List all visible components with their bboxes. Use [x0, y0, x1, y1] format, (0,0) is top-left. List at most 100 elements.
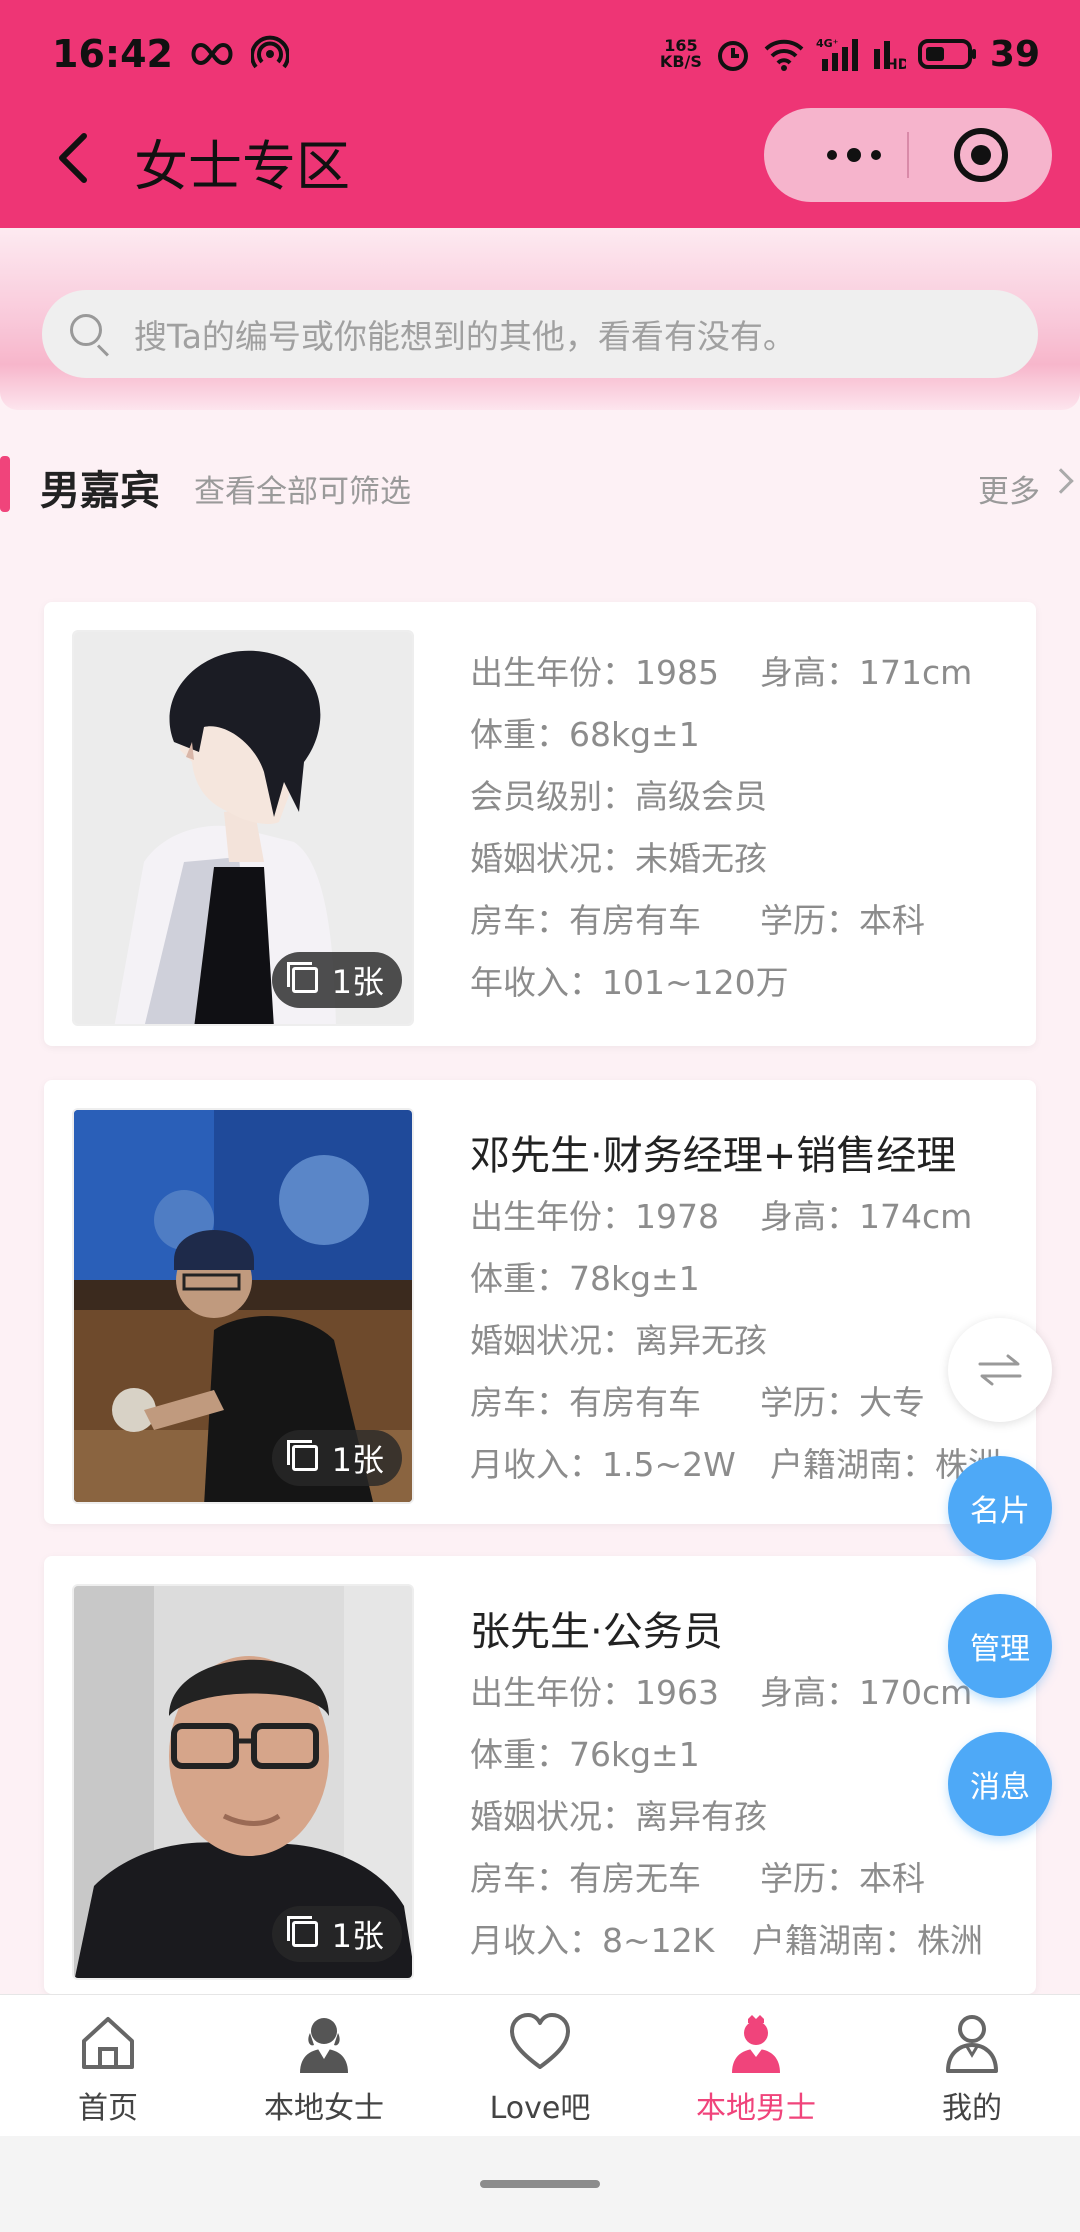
info-row: 房车：有房有车 学历：本科	[470, 890, 1016, 952]
income: 月收入：8~12K	[470, 1921, 715, 1960]
gallery-icon	[286, 962, 318, 993]
male-user-icon	[732, 2015, 780, 2073]
photo-count-badge: 1张	[271, 1906, 402, 1962]
search-icon	[66, 310, 114, 358]
weight: 体重：68kg±1	[470, 715, 700, 754]
height: 身高：170cm	[760, 1673, 973, 1712]
income: 年收入：101~120万	[470, 963, 789, 1002]
miniapp-capsule	[764, 108, 1052, 202]
profile-name[interactable]: 邓先生·财务经理+销售经理	[470, 1126, 1016, 1186]
status-time: 16:42	[52, 32, 173, 76]
education: 学历：本科	[760, 1859, 925, 1898]
tab-label: Love吧	[489, 2091, 591, 2126]
height: 身高：171cm	[760, 653, 973, 692]
svg-text:4G⁺: 4G⁺	[816, 37, 839, 50]
gallery-icon	[286, 1440, 318, 1471]
tab-label: 本地男士	[696, 2091, 816, 2126]
member-level: 会员级别：高级会员	[470, 777, 767, 816]
net-speed: 165 KB/S	[660, 38, 702, 70]
info-row: 婚姻状况：离异有孩	[470, 1786, 1016, 1848]
info-row: 体重：76kg±1	[470, 1724, 1016, 1786]
message-button[interactable]: 消息	[948, 1732, 1052, 1836]
photo-count-badge: 1张	[271, 1430, 402, 1486]
info-row: 月收入：8~12K 户籍湖南：株洲	[470, 1910, 1016, 1972]
education: 学历：本科	[760, 901, 925, 940]
status-bar: 16:42 165 KB/S 4G⁺ HD 39	[52, 22, 1040, 86]
photo-count: 1张	[331, 1917, 384, 1955]
back-arrow-icon[interactable]	[44, 128, 104, 188]
photo-count: 1张	[331, 1441, 384, 1479]
profile-card[interactable]: 1张 张先生·公务员 出生年份：1963 身高：170cm 体重：76kg±1 婚…	[44, 1556, 1036, 1994]
battery-level: 39	[989, 33, 1040, 75]
profile-photo[interactable]: 1张	[72, 630, 414, 1026]
gesture-bar	[0, 2136, 1080, 2232]
capsule-divider	[907, 132, 909, 178]
hotspot-icon	[250, 35, 289, 69]
tab-label: 本地女士	[264, 2091, 384, 2126]
info-row: 出生年份：1963 身高：170cm	[470, 1662, 1016, 1724]
photo-count-badge: 1张	[271, 952, 402, 1008]
net-speed-unit: KB/S	[659, 52, 702, 71]
profile-photo[interactable]: 1张	[72, 1584, 414, 1980]
info-row: 月收入：1.5~2W 户籍湖南：株洲	[470, 1434, 1016, 1496]
swap-arrows-icon	[978, 1354, 1022, 1386]
battery-icon	[917, 39, 976, 69]
house-car: 房车：有房无车	[470, 1859, 701, 1898]
tab-label: 首页	[78, 2091, 138, 2126]
tab-love[interactable]: Love吧	[432, 1995, 648, 2136]
info-row: 体重：68kg±1	[470, 704, 1016, 766]
weight: 体重：78kg±1	[470, 1259, 700, 1298]
home-icon	[82, 2017, 134, 2069]
marital-status: 婚姻状况：未婚无孩	[470, 839, 767, 878]
info-row: 年收入：101~120万	[470, 952, 1016, 1014]
nav-bar: 女士专区	[0, 108, 1080, 208]
income: 月收入：1.5~2W	[470, 1445, 736, 1484]
tab-local-women[interactable]: 本地女士	[216, 1995, 432, 2136]
close-miniapp-button[interactable]	[954, 128, 1008, 182]
info-row: 婚姻状况：离异无孩	[470, 1310, 1016, 1372]
birth-year: 出生年份：1985	[470, 653, 719, 692]
house-car: 房车：有房有车	[470, 901, 701, 940]
photo-count: 1张	[331, 963, 384, 1001]
home-indicator[interactable]	[480, 2180, 600, 2188]
info-row: 房车：有房无车 学历：本科	[470, 1848, 1016, 1910]
info-row: 体重：78kg±1	[470, 1248, 1016, 1310]
signal-icon: 4G⁺	[816, 37, 858, 71]
profile-card[interactable]: 1张 出生年份：1985 身高：171cm 体重：68kg±1 会员级别：高级会员…	[44, 602, 1036, 1046]
marital-status: 婚姻状况：离异有孩	[470, 1797, 767, 1836]
profile-name[interactable]: 张先生·公务员	[470, 1602, 1016, 1662]
alarm-icon	[717, 41, 748, 71]
gallery-icon	[286, 1916, 318, 1947]
tab-local-men[interactable]: 本地男士	[648, 1995, 864, 2136]
tab-mine[interactable]: 我的	[864, 1995, 1080, 2136]
more-link[interactable]: 更多	[978, 466, 1040, 511]
more-options-button[interactable]	[804, 108, 904, 202]
wifi-icon	[764, 39, 804, 71]
top-bar: 16:42 165 KB/S 4G⁺ HD 39 女士专区	[0, 0, 1080, 228]
business-card-button[interactable]: 名片	[948, 1456, 1052, 1560]
manage-button[interactable]: 管理	[948, 1594, 1052, 1698]
heart-icon	[510, 2013, 570, 2069]
house-car: 房车：有房有车	[470, 1383, 701, 1422]
profile-photo[interactable]: 1张	[72, 1108, 414, 1504]
infinity-icon	[191, 42, 233, 66]
profile-icon	[946, 2015, 998, 2073]
info-row: 会员级别：高级会员	[470, 766, 1016, 828]
info-row: 出生年份：1978 身高：174cm	[470, 1186, 1016, 1248]
hd-icon: HD	[873, 41, 906, 71]
weight: 体重：76kg±1	[470, 1735, 700, 1774]
height: 身高：174cm	[760, 1197, 973, 1236]
hometown: 户籍湖南：株洲	[752, 1921, 983, 1960]
profile-info: 张先生·公务员 出生年份：1963 身高：170cm 体重：76kg±1 婚姻状况…	[470, 1602, 1016, 1972]
tab-home[interactable]: 首页	[0, 1995, 216, 2136]
profile-info: 出生年份：1985 身高：171cm 体重：68kg±1 会员级别：高级会员 婚姻…	[470, 642, 1016, 1014]
switch-button[interactable]	[948, 1318, 1052, 1422]
search-input[interactable]: 搜Ta的编号或你能想到的其他，看看有没有。	[42, 290, 1038, 378]
female-user-icon	[300, 2018, 348, 2073]
info-row: 婚姻状况：未婚无孩	[470, 828, 1016, 890]
section-accent-bar	[0, 456, 10, 512]
marital-status: 婚姻状况：离异无孩	[470, 1321, 767, 1360]
profile-card[interactable]: 1张 邓先生·财务经理+销售经理 出生年份：1978 身高：174cm 体重：78…	[44, 1080, 1036, 1524]
chevron-right-icon	[1048, 468, 1074, 494]
info-row: 房车：有房有车 学历：大专	[470, 1372, 1016, 1434]
